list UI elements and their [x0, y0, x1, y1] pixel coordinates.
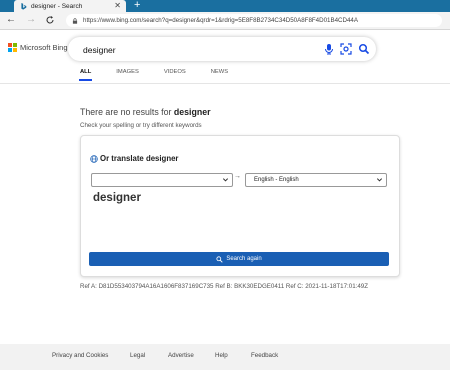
browser-tab-strip: designer - Search ✕ + [0, 0, 450, 12]
tab-close-icon[interactable]: ✕ [114, 1, 121, 10]
visual-search-icon[interactable] [340, 43, 352, 55]
tab-news[interactable]: NEWS [211, 69, 228, 75]
no-results-heading: There are no results for designer [80, 107, 211, 117]
translate-title: Or translate designer [90, 154, 178, 163]
bing-favicon-icon [21, 2, 27, 10]
new-tab-button[interactable]: + [134, 0, 140, 11]
translate-title-prefix: Or translate [100, 154, 144, 163]
chevron-down-icon [376, 178, 383, 182]
tab-title: designer - Search [31, 2, 83, 10]
footer-link-advertise[interactable]: Advertise [168, 352, 194, 359]
target-language-value: English - English [254, 177, 299, 183]
tab-images[interactable]: IMAGES [116, 69, 139, 75]
search-icon [216, 255, 223, 263]
translate-arrow-icon: → [234, 173, 241, 180]
tab-videos[interactable]: VIDEOS [164, 69, 186, 75]
microsoft-logo-icon [8, 43, 17, 52]
logo-text: Microsoft Bing [20, 43, 68, 52]
target-language-select[interactable]: English - English [245, 173, 387, 187]
address-bar-row: ← → https://www.bing.com/search?q=design… [0, 12, 450, 30]
translate-title-term: designer [145, 154, 179, 163]
browser-tab[interactable]: designer - Search ✕ [14, 0, 126, 12]
microsoft-bing-logo[interactable]: Microsoft Bing [8, 43, 68, 52]
search-icon[interactable] [358, 43, 370, 55]
search-again-button[interactable]: Search again [89, 252, 389, 266]
url-field[interactable]: https://www.bing.com/search?q=designer&q… [66, 14, 442, 27]
refresh-icon[interactable] [45, 15, 55, 25]
url-text: https://www.bing.com/search?q=designer&q… [83, 17, 358, 24]
footer-link-feedback[interactable]: Feedback [251, 352, 278, 359]
header-divider [0, 83, 450, 84]
lock-icon [72, 17, 78, 24]
result-tabs: ALL IMAGES VIDEOS NEWS [78, 69, 253, 81]
footer-link-privacy[interactable]: Privacy and Cookies [52, 352, 108, 359]
footer-link-legal[interactable]: Legal [130, 352, 145, 359]
no-results-prefix: There are no results for [80, 107, 174, 117]
microphone-icon[interactable] [323, 43, 335, 55]
back-icon[interactable]: ← [6, 14, 16, 25]
chevron-down-icon [222, 178, 229, 182]
footer-link-help[interactable]: Help [215, 352, 228, 359]
forward-icon[interactable]: → [26, 14, 36, 25]
no-results-hint: Check your spelling or try different key… [80, 122, 202, 129]
search-box [68, 37, 376, 61]
search-again-label: Search again [226, 256, 262, 262]
no-results-term: designer [173, 107, 211, 117]
translated-word: designer [93, 192, 141, 204]
tab-all[interactable]: ALL [78, 69, 93, 81]
footer: Privacy and Cookies Legal Advertise Help… [0, 344, 450, 370]
search-input[interactable] [81, 42, 305, 58]
source-language-select[interactable] [91, 173, 233, 187]
reference-ids: Ref A: D81D553403794A16A1606F837169C735 … [80, 283, 369, 290]
globe-icon [90, 154, 98, 163]
translate-card: Or translate designer → English - Englis… [80, 135, 400, 277]
